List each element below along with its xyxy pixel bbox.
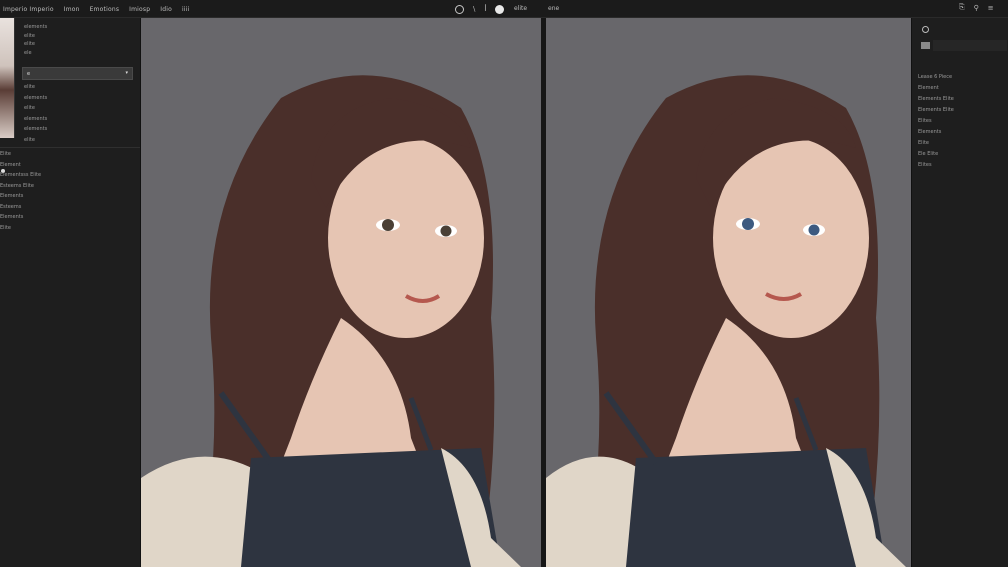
adjustment-item[interactable]: Ele Elite (918, 151, 954, 162)
export-icon[interactable]: ⎘ (959, 3, 965, 12)
layer-item[interactable]: Esteems (0, 204, 41, 215)
mode-dropdown[interactable]: e ▾ (22, 67, 133, 80)
adjustment-item[interactable]: Elements (918, 129, 954, 140)
pin-icon[interactable]: ⚲ (974, 4, 979, 12)
layer-item[interactable]: Elements (0, 193, 41, 204)
adjustment-item[interactable]: Element (918, 85, 954, 96)
layers-list: Elite Element Elementsss Elite Esteems E… (0, 151, 41, 235)
slash-icon[interactable]: \ (473, 5, 475, 13)
properties-bottom: elite elements elite elements elements e… (24, 84, 47, 147)
moon-icon[interactable] (495, 4, 505, 14)
prop-label[interactable]: elite (24, 84, 47, 95)
adjustment-item[interactable]: Lease 6 Piece (918, 74, 954, 85)
prop-label[interactable]: elite (24, 137, 47, 148)
after-canvas[interactable] (546, 18, 911, 567)
layer-item[interactable]: Elementsss Elite (0, 172, 41, 183)
left-properties-panel: elements elite elite ele e ▾ elite eleme… (0, 18, 141, 567)
portrait-after (546, 18, 911, 567)
adjustment-item[interactable]: Elites (918, 118, 954, 129)
prop-label: elite (24, 32, 35, 39)
adjustment-item[interactable]: Elites (918, 162, 954, 173)
menu-item-3[interactable]: Emotions (90, 6, 120, 13)
layer-item[interactable]: Element (0, 162, 41, 173)
prop-label[interactable]: elements (24, 95, 47, 106)
dropdown-value: e (27, 71, 31, 77)
top-toolbar: Imperio Imperio Imon Emotions Imiosp Idi… (0, 0, 1008, 18)
chevron-down-icon: ▾ (125, 70, 128, 76)
menu-item-5[interactable]: Idio (160, 6, 172, 13)
pen-icon[interactable]: ꟾ (484, 5, 486, 13)
properties-top: elements elite elite ele (24, 24, 47, 58)
prop-label: elements (24, 24, 48, 30)
circle-icon[interactable] (455, 4, 464, 14)
color-swatch[interactable] (921, 42, 930, 49)
prop-label: elite (24, 41, 35, 47)
prop-label[interactable]: elements (24, 126, 47, 137)
settings-icon[interactable]: ≡ (988, 4, 994, 12)
menu-item-6[interactable]: iiii (182, 6, 189, 13)
adjustment-item[interactable]: Elements Elite (918, 96, 954, 107)
panel-divider (0, 147, 140, 148)
menu-item-4[interactable]: Imiosp (129, 6, 150, 13)
view-tools: \ ꟾ (455, 3, 505, 15)
menu-item-2[interactable]: Imon (64, 6, 80, 13)
prop-label[interactable]: elite (24, 105, 47, 116)
preset-bar[interactable] (933, 40, 1007, 51)
view-label[interactable]: elite (514, 5, 527, 12)
adjustment-item[interactable]: Elements Elite (918, 107, 954, 118)
layer-item[interactable]: Elements (0, 214, 41, 225)
compare-tab-label[interactable]: ene (548, 5, 559, 12)
menu-bar: Imperio Imperio Imon Emotions Imiosp Idi… (0, 0, 189, 18)
right-tools: ⎘ ⚲ ≡ (959, 3, 994, 12)
before-canvas[interactable] (141, 18, 541, 567)
adjust-icon[interactable] (922, 26, 929, 33)
menu-item-1[interactable]: Imperio Imperio (3, 6, 54, 13)
portrait-before (141, 18, 541, 567)
layer-item[interactable]: Elite (0, 151, 41, 162)
prop-label: ele (24, 49, 32, 56)
prop-label[interactable]: elements (24, 116, 47, 127)
image-thumbnail[interactable] (0, 18, 15, 138)
adjustment-list: Lease 6 Piece Element Elements Elite Ele… (918, 74, 954, 173)
layer-item[interactable]: Esteems Elite (0, 183, 41, 194)
layer-item[interactable]: Elite (0, 225, 41, 236)
adjustment-item[interactable]: Elite (918, 140, 954, 151)
right-adjustments-panel: Lease 6 Piece Element Elements Elite Ele… (911, 18, 1008, 567)
